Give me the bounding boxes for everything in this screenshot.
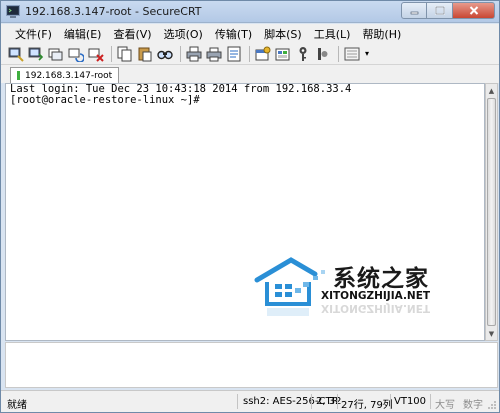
session-tab-strip: 192.168.3.147-root [1,65,499,83]
sftp-icon [344,47,360,60]
disconnect-icon [88,48,104,62]
menu-edit[interactable]: 编辑(E) [58,26,108,42]
connect-icon [8,47,24,62]
quick-connect-icon [28,47,44,61]
menu-bar: 文件(F) 编辑(E) 查看(V) 选项(O) 传输(T) 脚本(S) 工具(L… [1,24,499,43]
watermark-reflection: XITONGZHIJIA.NET [321,302,431,314]
menu-script[interactable]: 脚本(S) [258,26,308,42]
resize-grip-icon[interactable] [487,400,497,410]
toolbar-separator [111,45,112,62]
toolbar-separator [180,45,181,62]
menu-file[interactable]: 文件(F) [9,26,58,42]
title-bar[interactable]: 192.168.3.147-root - SecureCRT [1,1,499,23]
status-divider [237,394,238,409]
close-icon [469,6,478,15]
scroll-down-icon[interactable]: ▼ [486,327,497,340]
window-title: 192.168.3.147-root - SecureCRT [25,5,202,18]
securecrt-window: 192.168.3.147-root - SecureCRT 文件(F) 编辑(… [0,0,500,413]
reconnect-icon [68,48,84,62]
copy-icon [117,46,132,61]
watermark-chinese-text: 系统之家 [333,266,429,292]
print-setup-button[interactable] [205,45,223,63]
session-tab[interactable]: 192.168.3.147-root [10,67,120,83]
print-button[interactable] [185,45,203,63]
maximize-button[interactable] [427,2,453,19]
find-button[interactable] [156,45,174,63]
toolbar-overflow-chevron-icon[interactable]: ▾ [365,49,369,58]
log-session-button[interactable] [225,45,243,63]
watermark-english-text: XITONGZHIJIA.NET [321,290,431,302]
connect-tab-button[interactable] [47,45,65,63]
status-num-lock: 数字 [463,400,483,411]
close-button[interactable] [453,2,495,19]
connect-button[interactable] [7,45,25,63]
paste-icon [138,47,152,61]
scroll-up-icon[interactable]: ▲ [486,84,497,97]
help-icon [318,47,328,60]
global-options-button[interactable] [274,45,292,63]
status-divider [337,394,338,409]
command-window[interactable] [5,342,498,388]
global-options-icon [275,48,290,60]
minimize-button[interactable] [401,2,427,19]
reconnect-button[interactable] [67,45,85,63]
print-icon [186,46,202,61]
status-divider [311,394,312,409]
menu-options[interactable]: 选项(O) [158,26,209,42]
log-session-icon [227,46,241,61]
session-options-icon [255,46,271,60]
status-terminal-size: 27行, 79列 [341,400,393,411]
status-divider [390,394,391,409]
session-options-button[interactable] [254,45,272,63]
status-caps-lock: 大写 [435,400,455,411]
menu-transfer[interactable]: 传输(T) [209,26,258,42]
sftp-button[interactable] [343,45,361,63]
maximize-icon [434,6,445,15]
disconnect-button[interactable] [87,45,105,63]
menu-view[interactable]: 查看(V) [107,26,157,42]
paste-button[interactable] [136,45,154,63]
menu-tools[interactable]: 工具(L) [308,26,357,42]
menu-help[interactable]: 帮助(H) [356,26,407,42]
toolbar-separator [249,45,250,62]
toolbar-separator [338,45,339,62]
status-bar: 就绪 ssh2: AES-256-CTR 2, 32 27行, 79列 VT10… [1,390,499,412]
status-divider [430,394,431,409]
session-tab-label: 192.168.3.147-root [25,70,113,81]
help-button[interactable] [314,45,332,63]
toolbar: ▾ [1,43,499,65]
minimize-icon [410,11,418,14]
keymap-button[interactable] [294,45,312,63]
securecrt-app-icon [6,5,20,18]
tab-status-icon [17,71,20,80]
terminal-line-prompt: [root@oracle-restore-linux ~]# [10,94,200,106]
window-controls [401,2,495,20]
watermark: 系统之家 XITONGZHIJIA.NET XITONGZHIJIA.NET [253,256,493,326]
quick-connect-button[interactable] [27,45,45,63]
status-terminal-type: VT100 [394,396,427,407]
connect-tab-icon [48,48,63,60]
print-setup-icon [206,47,222,61]
key-icon [299,46,307,61]
status-ready: 就绪 [7,400,27,411]
copy-button[interactable] [116,45,134,63]
find-icon [157,50,173,59]
